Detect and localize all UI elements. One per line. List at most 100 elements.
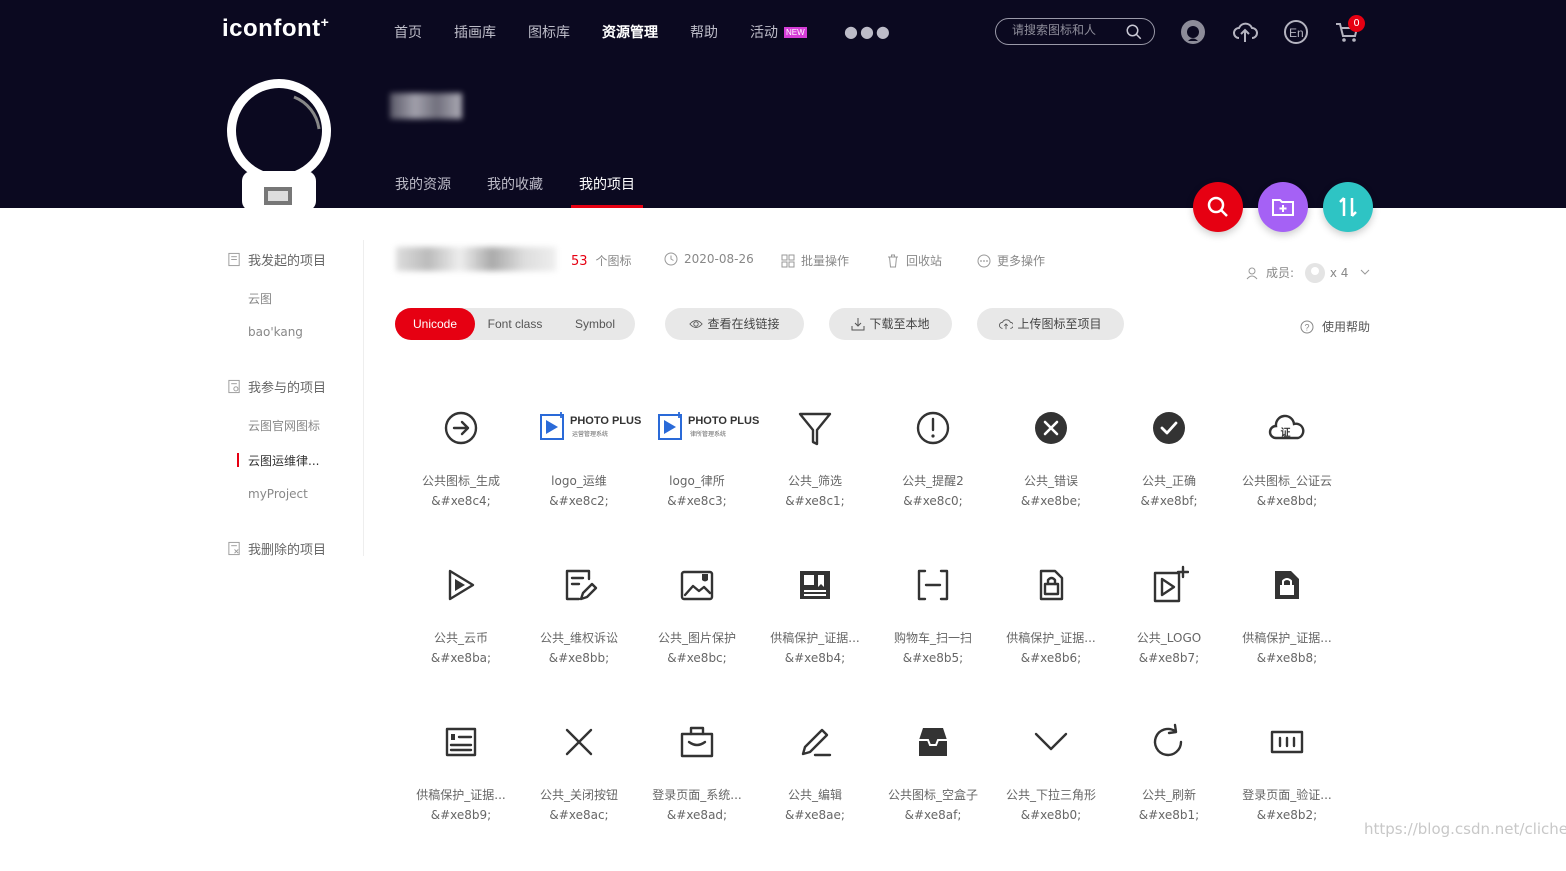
sidebar-group-label: 我参与的项目 [248,381,327,396]
members-control[interactable]: 成员: x 4 [1246,262,1376,284]
icon-card[interactable]: 公共_正确 &#xe8bf; [1110,400,1228,557]
view-online-link-button[interactable]: 查看在线链接 [665,308,804,340]
icon-card[interactable]: 公共_下拉三角形 &#xe8b0; [992,714,1110,871]
icon-unicode: &#xe8b5; [902,651,964,665]
nav-home[interactable]: 首页 [394,22,422,42]
usage-help-link[interactable]: ? 使用帮助 [1300,318,1370,335]
icon-card[interactable]: 公共_提醒2 &#xe8c0; [874,400,992,557]
icon-card[interactable]: 公共_关闭按钮 &#xe8ac; [520,714,638,871]
tab-my-projects[interactable]: 我的项目 [579,174,635,194]
alert-circle-icon [916,411,950,445]
more-dots-circle-icon [977,254,991,268]
icon-name: 供稿保护_证据... [1242,631,1332,645]
search-icon[interactable] [1125,23,1143,41]
upload-cloud-icon[interactable] [1232,19,1258,45]
header-banner: iconfont+ 首页 插画库 图标库 资源管理 帮助 活动 NEW ●●● E… [0,0,1566,209]
icon-card[interactable]: 公共_刷新 &#xe8b1; [1110,714,1228,871]
more-menu-icon[interactable]: ●●● [844,22,892,41]
logo-title: PHOTO PLUS [570,415,642,427]
logo-subtitle: 运营管理系统 [572,431,609,438]
new-folder-fab[interactable] [1258,182,1308,232]
icon-name: 登录页面_验证... [1242,788,1332,802]
tab-my-resources[interactable]: 我的资源 [395,174,451,194]
recycle-bin-link[interactable]: 回收站 [886,252,942,269]
icon-card[interactable]: 公共_编辑 &#xe8ae; [756,714,874,871]
icon-unicode: &#xe8c4; [431,494,491,508]
icon-card[interactable]: 公共_维权诉讼 &#xe8bb; [520,557,638,714]
icon-card[interactable]: 购物车_扫一扫 &#xe8b5; [874,557,992,714]
document-lock-filled-icon [1275,571,1299,599]
filter-icon [798,412,832,446]
sidebar-item-yuntu[interactable]: 云图 [248,290,272,307]
icon-card[interactable]: 供稿保护_证据... &#xe8b8; [1228,557,1346,714]
sidebar-item-website-icons[interactable]: 云图官网图标 [248,417,320,434]
download-local-button[interactable]: 下载至本地 [829,308,952,340]
icon-card[interactable]: 公共_筛选 &#xe8c1; [756,400,874,557]
mode-symbol[interactable]: Symbol [555,308,635,340]
icon-name: 公共_云币 [433,631,488,645]
icon-name: 公共_LOGO [1136,631,1202,645]
nav-help[interactable]: 帮助 [690,22,718,42]
batch-operation-label: 批量操作 [801,254,850,268]
sidebar-group-joined[interactable]: 我参与的项目 [227,377,326,396]
icon-card[interactable]: 公共图标_空盒子 &#xe8af; [874,714,992,871]
icon-card[interactable]: 供稿保护_证据... &#xe8b4; [756,557,874,714]
iconfont-logo[interactable]: iconfont+ [222,14,329,43]
sidebar-group-label: 我删除的项目 [248,543,327,558]
sidebar-group-deleted[interactable]: 我删除的项目 [227,539,326,558]
more-operations-link[interactable]: 更多操作 [977,252,1045,269]
icon-card[interactable]: 公共_LOGO &#xe8b7; [1110,557,1228,714]
logo-subtitle: 律所管理系统 [690,431,727,438]
icon-card[interactable]: 公共图标_生成 &#xe8c4; [402,400,520,557]
icon-unicode: &#xe8ae; [785,808,845,822]
sidebar-item-ops-law[interactable]: 云图运维律... [248,452,319,469]
icon-card[interactable]: 公共_图片保护 &#xe8bc; [638,557,756,714]
icon-card[interactable]: 登录页面_系统... &#xe8ad; [638,714,756,871]
nav-icon-library[interactable]: 图标库 [528,22,570,42]
icon-card[interactable]: PHOTO PLUS 运营管理系统 logo_运维 &#xe8c2; [520,400,641,557]
photo-plus-logo: PHOTO PLUS 运营管理系统 [526,412,641,442]
avatar[interactable] [226,79,332,209]
icon-card[interactable]: 登录页面_验证... &#xe8b2; [1228,714,1346,871]
nav-illustrations[interactable]: 插画库 [454,22,496,42]
mode-unicode[interactable]: Unicode [395,308,475,340]
icon-unicode: &#xe8bb; [548,651,610,665]
image-shield-icon [680,570,714,601]
icon-card[interactable]: 公共_错误 &#xe8be; [992,400,1110,557]
refresh-icon [1153,723,1183,757]
batch-operation-link[interactable]: 批量操作 [781,252,849,269]
play-coin-icon [448,569,475,601]
icon-unicode: &#xe8b1; [1138,808,1200,822]
nav-resource-management[interactable]: 资源管理 [602,22,658,42]
icon-name: 供稿保护_证据... [1006,631,1096,645]
icon-card[interactable]: 供稿保护_证据... &#xe8b9; [402,714,520,871]
sidebar-group-started[interactable]: 我发起的项目 [227,250,326,269]
icon-name: 公共_编辑 [787,788,842,802]
edit-icon [801,728,832,757]
icon-name: 购物车_扫一扫 [893,631,972,645]
member-avatar-icon [1304,263,1325,283]
tab-my-favorites[interactable]: 我的收藏 [487,174,543,194]
project-search-doc-icon [228,379,240,394]
certificate-icon [445,727,477,757]
icon-unicode: &#xe8bf; [1140,494,1198,508]
members-count: x 4 [1329,266,1349,280]
nav-activities[interactable]: 活动 NEW [750,22,807,42]
github-icon[interactable] [1180,19,1206,45]
sort-fab[interactable] [1323,182,1373,232]
icon-card[interactable]: 公共_云币 &#xe8ba; [402,557,520,714]
icon-unicode: &#xe8b7; [1138,651,1200,665]
search-input[interactable] [1012,23,1117,37]
mode-font-class[interactable]: Font class [475,308,555,340]
icon-card[interactable]: 证公共图标_公证云 &#xe8bd; [1228,400,1346,557]
svg-text:En: En [1289,26,1304,40]
language-en-icon[interactable]: En [1283,19,1309,45]
icon-card[interactable]: PHOTO PLUS 律所管理系统 logo_律所 &#xe8c3; [638,400,759,557]
sidebar-item-baokang[interactable]: bao'kang [248,325,303,339]
search-fab[interactable] [1193,182,1243,232]
upload-to-project-button[interactable]: 上传图标至项目 [977,308,1124,340]
icon-card[interactable]: 供稿保护_证据... &#xe8b6; [992,557,1110,714]
view-online-label: 查看在线链接 [707,317,780,331]
sidebar-item-myproject[interactable]: myProject [248,487,308,501]
icon-name: 公共_下拉三角形 [1005,788,1096,802]
